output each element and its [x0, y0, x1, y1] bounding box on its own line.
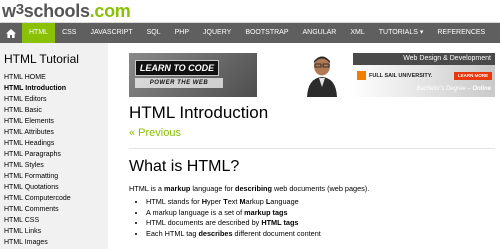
bullet-text: ext: [227, 197, 240, 206]
sidebar-item-html-elements[interactable]: HTML Elements: [0, 116, 108, 127]
nav-home[interactable]: [0, 23, 22, 43]
intro-text: language for: [190, 184, 236, 193]
intro-bold: markup: [164, 184, 191, 193]
nav-angular[interactable]: ANGULAR: [296, 23, 344, 43]
nav-jquery[interactable]: JQUERY: [196, 23, 238, 43]
section-title: What is HTML?: [129, 158, 240, 175]
bullet-text: yper: [206, 197, 224, 206]
previous-link[interactable]: « Previous: [129, 127, 181, 139]
nav-references[interactable]: REFERENCES: [430, 23, 492, 43]
logo-3: 3: [15, 1, 24, 18]
bullet-item: HTML stands for Hyper Text Markup Langua…: [146, 197, 321, 208]
ad-degree-online: Online: [472, 86, 491, 92]
nav-css[interactable]: CSS: [55, 23, 83, 43]
bullet-item: A markup language is a set of markup tag…: [146, 208, 321, 219]
sidebar-list: HTML HOME HTML Introduction HTML Editors…: [0, 72, 108, 248]
bullet-item: HTML documents are described by HTML tag…: [146, 218, 321, 229]
main-content: LEARN TO CODE POWER THE WEB Web Design &…: [108, 43, 500, 249]
logo-com: .com: [89, 1, 131, 21]
sidebar-item-html-css[interactable]: HTML CSS: [0, 215, 108, 226]
bullet-bold-text: markup tags: [244, 207, 288, 217]
ad-banner[interactable]: LEARN TO CODE POWER THE WEB Web Design &…: [129, 53, 495, 97]
nav-bootstrap[interactable]: BOOTSTRAP: [238, 23, 295, 43]
nav-sql[interactable]: SQL: [140, 23, 168, 43]
page-title: HTML Introduction: [129, 103, 269, 122]
banner-learn-to-code: LEARN TO CODE: [135, 60, 219, 76]
banner-power-the-web: POWER THE WEB: [135, 78, 223, 88]
home-icon: [6, 28, 16, 38]
sidebar-item-html-editors[interactable]: HTML Editors: [0, 94, 108, 105]
learn-more-button[interactable]: LEARN MORE: [454, 72, 492, 80]
sidebar-item-html-computercode[interactable]: HTML Computercode: [0, 193, 108, 204]
nav-php[interactable]: PHP: [168, 23, 196, 43]
ad-degree: Bachelor's Degree – Online: [416, 86, 491, 92]
ad-degree-text: Bachelor's Degree –: [416, 86, 473, 92]
sidebar-item-html-introduction[interactable]: HTML Introduction: [0, 83, 108, 94]
ad-title: Web Design & Development: [353, 53, 495, 65]
bullet-text: HTML stands for: [146, 197, 202, 206]
sidebar-item-html-images[interactable]: HTML Images: [0, 237, 108, 248]
w3schools-logo[interactable]: w3schools.com: [2, 0, 131, 24]
bullet-bold-text: HTML tags: [261, 218, 299, 227]
section-divider: [129, 148, 495, 149]
sidebar-item-html-attributes[interactable]: HTML Attributes: [0, 127, 108, 138]
nav-tutorials-dropdown[interactable]: TUTORIALS ▾: [372, 23, 431, 43]
ad-school-name: FULL SAIL UNIVERSITY.: [369, 73, 433, 79]
nav-javascript[interactable]: JAVASCRIPT: [83, 23, 139, 43]
bullet-text: HTML documents are described by: [146, 218, 262, 227]
bullet-text: Each HTML tag: [146, 228, 199, 238]
intro-text: HTML is a: [129, 184, 165, 193]
intro-paragraph: HTML is a markup language for describing…: [129, 184, 369, 194]
nav-xml[interactable]: XML: [343, 23, 371, 43]
sidebar-item-html-paragraphs[interactable]: HTML Paragraphs: [0, 149, 108, 160]
sidebar-item-html-headings[interactable]: HTML Headings: [0, 138, 108, 149]
banner-left-panel: LEARN TO CODE POWER THE WEB: [129, 53, 257, 97]
bullet-text: arkup: [245, 197, 266, 206]
bullet-text: different document content: [232, 228, 321, 238]
intro-text: web documents (web pages).: [271, 184, 370, 193]
sidebar-item-html-styles[interactable]: HTML Styles: [0, 160, 108, 171]
bullet-text: anguage: [270, 197, 299, 206]
top-navigation: HTML CSS JAVASCRIPT SQL PHP JQUERY BOOTS…: [0, 22, 500, 43]
sidebar-item-html-quotations[interactable]: HTML Quotations: [0, 182, 108, 193]
sidebar-item-html-comments[interactable]: HTML Comments: [0, 204, 108, 215]
logo-w: w: [2, 1, 16, 21]
logo-schools: schools: [23, 1, 90, 21]
fullsail-logo-icon: [357, 71, 366, 81]
sidebar-item-html-home[interactable]: HTML HOME: [0, 72, 108, 83]
intro-bold: describing: [235, 184, 272, 193]
bullet-list: HTML stands for Hyper Text Markup Langua…: [129, 197, 321, 239]
sidebar-item-html-basic[interactable]: HTML Basic: [0, 105, 108, 116]
bullet-bold-text: describes: [198, 228, 233, 238]
presenter-image: [307, 56, 337, 97]
bullet-text: A markup language is a set of: [146, 207, 245, 217]
bullet-item: Each HTML tag describes different docume…: [146, 229, 321, 240]
sidebar: HTML Tutorial HTML HOME HTML Introductio…: [0, 43, 108, 249]
sidebar-title: HTML Tutorial: [4, 52, 79, 66]
nav-html[interactable]: HTML: [22, 23, 56, 43]
sidebar-item-html-formatting[interactable]: HTML Formatting: [0, 171, 108, 182]
site-header: w3schools.com: [0, 0, 500, 22]
sidebar-item-html-links[interactable]: HTML Links: [0, 226, 108, 237]
